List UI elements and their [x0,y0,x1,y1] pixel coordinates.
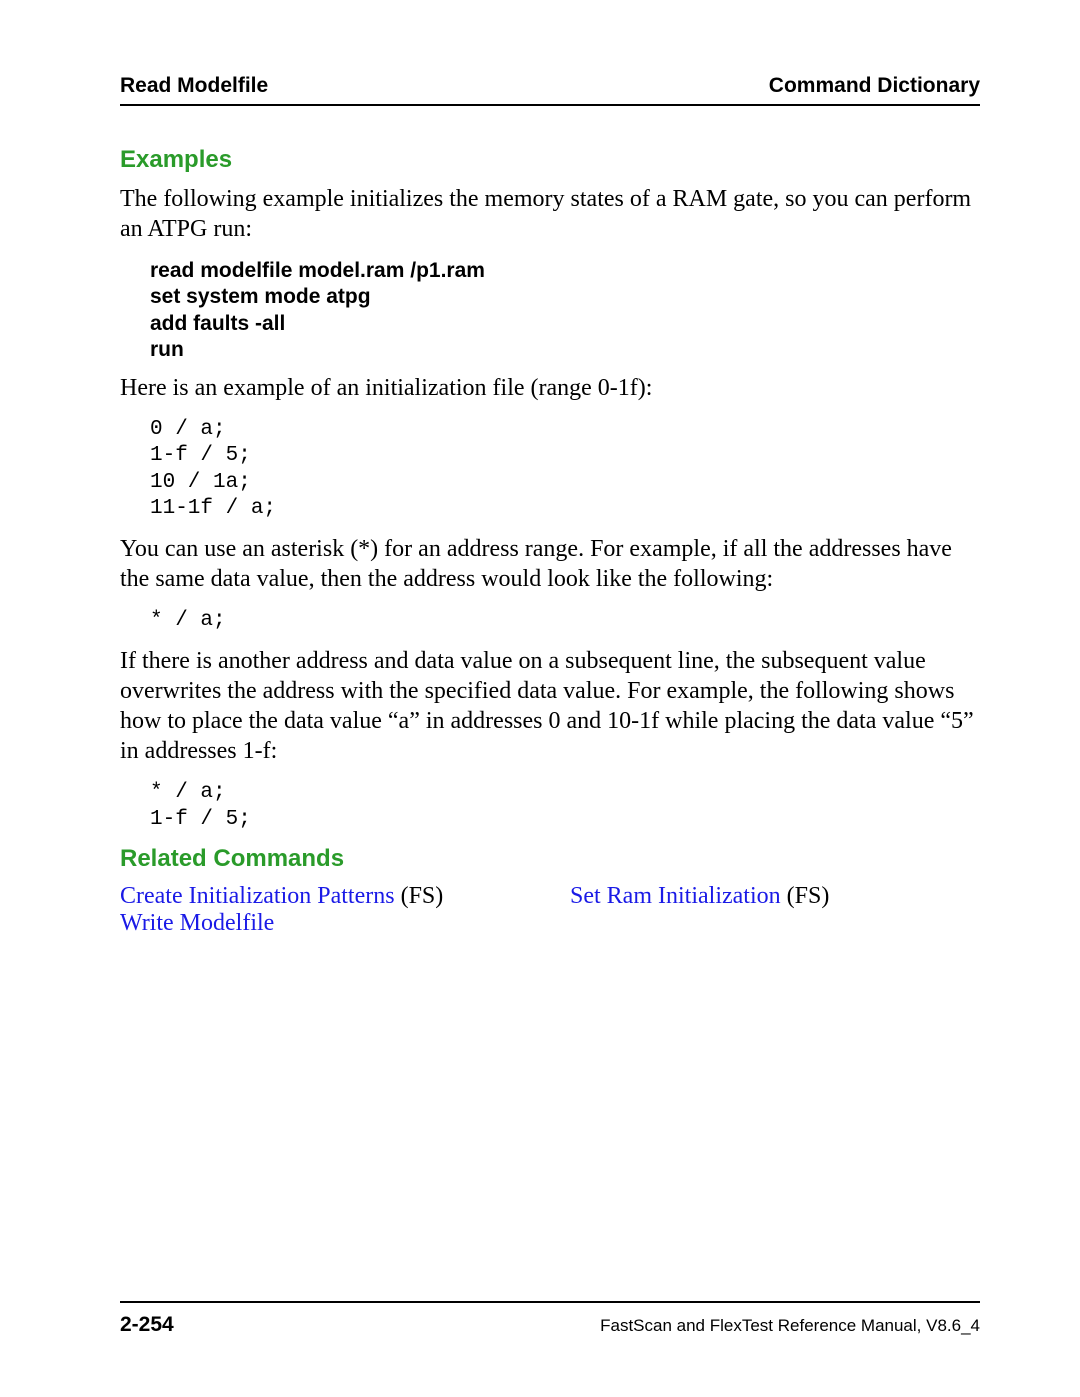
header-right: Command Dictionary [769,74,980,98]
para-init-file: Here is an example of an initialization … [120,373,980,403]
para-asterisk: You can use an asterisk (*) for an addre… [120,534,980,594]
running-header: Read Modelfile Command Dictionary [120,74,980,106]
para-overwrite: If there is another address and data val… [120,646,980,766]
related-item: Write Modelfile [120,910,530,937]
link-suffix: (FS) [395,883,444,909]
link-create-init-patterns[interactable]: Create Initialization Patterns [120,883,395,909]
para-intro: The following example initializes the me… [120,184,980,244]
header-left: Read Modelfile [120,74,268,98]
page-footer: 2-254 FastScan and FlexTest Reference Ma… [120,1301,980,1337]
related-item: Create Initialization Patterns (FS) [120,883,530,910]
footer-doc-title: FastScan and FlexTest Reference Manual, … [600,1316,980,1336]
section-examples-title: Examples [120,146,980,174]
page-content: Read Modelfile Command Dictionary Exampl… [0,0,1080,937]
code-overwrite: * / a; 1-f / 5; [150,780,980,833]
link-suffix: (FS) [781,883,830,909]
related-item: Set Ram Initialization (FS) [570,883,980,910]
code-asterisk: * / a; [150,608,980,634]
section-related-title: Related Commands [120,845,980,873]
link-write-modelfile[interactable]: Write Modelfile [120,910,274,936]
related-col-right: Set Ram Initialization (FS) [570,883,980,937]
link-set-ram-init[interactable]: Set Ram Initialization [570,883,781,909]
command-block: read modelfile model.ram /p1.ram set sys… [150,258,980,363]
related-commands: Create Initialization Patterns (FS) Writ… [120,883,980,937]
footer-page-number: 2-254 [120,1313,174,1337]
related-col-left: Create Initialization Patterns (FS) Writ… [120,883,530,937]
code-init-file: 0 / a; 1-f / 5; 10 / 1a; 11-1f / a; [150,417,980,522]
